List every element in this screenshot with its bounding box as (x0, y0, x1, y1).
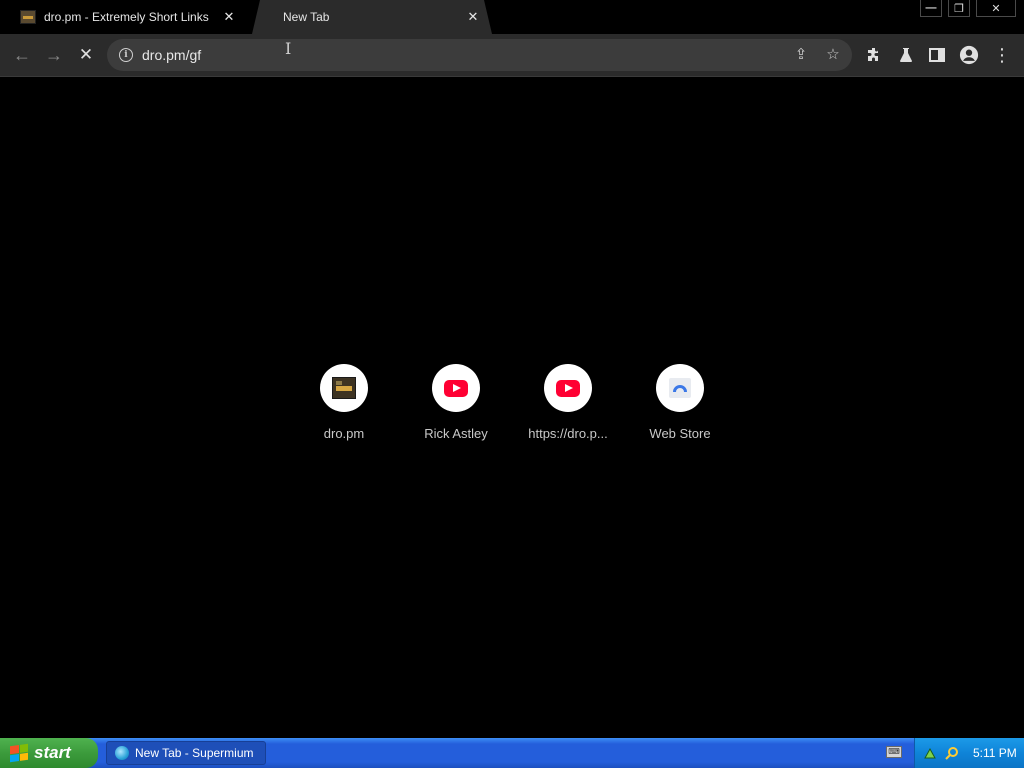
bookmark-star-icon[interactable]: ☆ (823, 45, 843, 65)
shortcut-web-store[interactable]: Web Store (624, 364, 736, 441)
shortcut-label[interactable]: https://dro.p... (528, 426, 608, 441)
shortcut-label[interactable]: Rick Astley (424, 426, 488, 441)
shortcut-label[interactable]: dro.pm (324, 426, 364, 441)
shortcut-rick-astley[interactable]: Rick Astley (400, 364, 512, 441)
extensions-puzzle-icon[interactable] (864, 45, 884, 65)
labs-flask-icon[interactable] (896, 45, 916, 65)
minimize-button[interactable]: — (920, 0, 942, 17)
start-label: start (34, 743, 71, 762)
keyboard-language-icon[interactable]: ⌨ (886, 746, 902, 758)
stop-loading-button[interactable]: ✕ (74, 43, 98, 67)
side-panel-icon[interactable] (927, 45, 947, 65)
taskbar-item-label: New Tab - Supermium (135, 746, 254, 760)
share-icon[interactable]: ⇪ (791, 45, 811, 65)
site-info-icon[interactable]: i (119, 48, 133, 62)
search-magnifier-icon[interactable] (945, 746, 959, 760)
shortcut-dro-pm[interactable]: dro.pm (288, 364, 400, 441)
dro-pm-favicon-icon (332, 377, 356, 399)
taskbar-item-supermium[interactable]: New Tab - Supermium (106, 741, 266, 765)
text-cursor-icon: I (285, 39, 292, 58)
browser-toolbar: ← → ✕ i dro.pm/gf ⇪ ☆ ⋮ (0, 34, 1024, 77)
tab-new-tab[interactable]: New Tab ✕ (252, 0, 492, 34)
url-text[interactable]: dro.pm/gf (142, 47, 201, 63)
system-tray: 5:11 PM (914, 738, 1024, 768)
browser-window: dro.pm - Extremely Short Links ✕ New Tab… (0, 0, 1024, 738)
tab-close-icon[interactable]: ✕ (464, 8, 482, 26)
windows-taskbar: start New Tab - Supermium ⌨ 5:11 PM (0, 738, 1024, 768)
tab-title: New Tab (283, 10, 330, 24)
network-icon[interactable] (923, 746, 937, 760)
start-button[interactable]: start (0, 738, 98, 768)
shortcut-tile[interactable] (544, 364, 592, 412)
shortcut-tile[interactable] (432, 364, 480, 412)
supermium-browser-icon (115, 746, 129, 760)
web-store-icon (669, 378, 691, 398)
back-button[interactable]: ← (10, 43, 34, 67)
new-tab-page: dro.pm Rick Astley https://dro.p... Web … (0, 77, 1024, 738)
shortcut-dro-link[interactable]: https://dro.p... (512, 364, 624, 441)
restore-button[interactable]: ❐ (948, 0, 970, 17)
address-bar[interactable]: i dro.pm/gf ⇪ ☆ (107, 39, 852, 71)
youtube-icon (444, 379, 468, 397)
tab-close-icon[interactable]: ✕ (220, 8, 238, 26)
shortcut-label[interactable]: Web Store (649, 426, 710, 441)
dro-pm-favicon-icon (20, 10, 36, 24)
youtube-icon (556, 379, 580, 397)
shortcuts-grid: dro.pm Rick Astley https://dro.p... Web … (288, 364, 736, 441)
tab-strip: dro.pm - Extremely Short Links ✕ New Tab… (0, 0, 1024, 34)
clock[interactable]: 5:11 PM (973, 746, 1017, 760)
tab-title: dro.pm - Extremely Short Links (44, 10, 209, 24)
menu-kebab-icon[interactable]: ⋮ (992, 45, 1012, 65)
windows-flag-icon (10, 743, 28, 763)
profile-avatar-icon[interactable] (959, 45, 979, 65)
window-controls: — ❐ ✕ (914, 0, 1016, 17)
tab-dro-pm[interactable]: dro.pm - Extremely Short Links ✕ (12, 0, 248, 34)
forward-button[interactable]: → (42, 43, 66, 67)
shortcut-tile[interactable] (656, 364, 704, 412)
close-window-button[interactable]: ✕ (976, 0, 1016, 17)
shortcut-tile[interactable] (320, 364, 368, 412)
